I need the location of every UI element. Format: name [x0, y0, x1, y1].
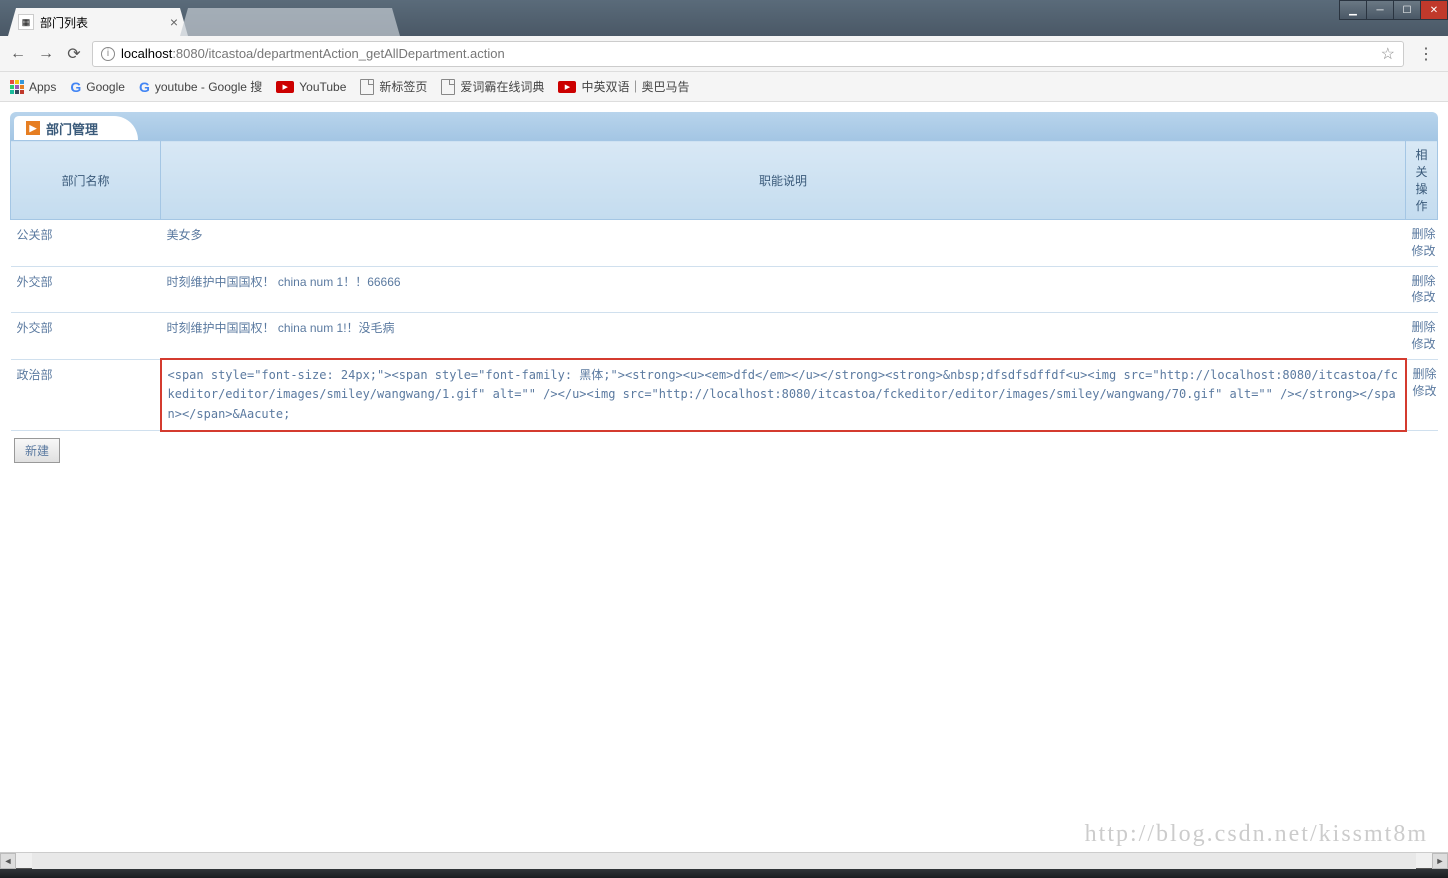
forward-button[interactable]: →	[36, 44, 56, 64]
bookmarks-bar: Apps G Google G youtube - Google 搜 ▶ You…	[0, 72, 1448, 102]
youtube-icon: ▶	[276, 81, 294, 93]
browser-tab-strip: ▁ ─ ☐ ✕ ▦ 部门列表 ×	[0, 0, 1448, 36]
delete-link[interactable]: 删除	[1412, 226, 1432, 243]
scroll-left-icon[interactable]: ◄	[0, 853, 16, 869]
youtube-icon: ▶	[558, 81, 576, 93]
department-table: 部门名称 职能说明 相关操作 公关部美女多删除修改外交部时刻维护中国国权！ ch…	[10, 140, 1438, 432]
dept-name-cell: 公关部	[11, 220, 161, 267]
address-bar[interactable]: i localhost:8080/itcastoa/departmentActi…	[92, 41, 1404, 67]
panel-icon: ▶	[26, 121, 40, 135]
google-icon: G	[139, 79, 150, 95]
toolbar: 新建	[10, 438, 1438, 463]
minimize-icon[interactable]: ─	[1366, 0, 1394, 20]
table-row: 外交部时刻维护中国国权！ china num 1!！没毛病删除修改	[11, 313, 1438, 360]
dept-desc-cell: 时刻维护中国国权！ china num 1!！没毛病	[161, 313, 1406, 360]
bookmark-youtube-google[interactable]: G youtube - Google 搜	[139, 78, 262, 95]
dept-desc-cell: 时刻维护中国国权！ china num 1！！66666	[161, 266, 1406, 313]
bookmark-google[interactable]: G Google	[70, 79, 125, 95]
dept-name-cell: 外交部	[11, 266, 161, 313]
edit-link[interactable]: 修改	[1412, 289, 1432, 306]
apps-button[interactable]: Apps	[10, 80, 56, 94]
horizontal-scrollbar[interactable]: ◄ ►	[0, 852, 1448, 868]
browser-menu-icon[interactable]: ⋮	[1412, 44, 1440, 64]
tab-title: 部门列表	[40, 14, 164, 31]
tab-close-icon[interactable]: ×	[170, 14, 178, 30]
google-icon: G	[70, 79, 81, 95]
panel-title: 部门管理	[46, 119, 98, 138]
ops-cell: 删除修改	[1406, 220, 1438, 267]
page-icon	[441, 79, 455, 95]
page-icon	[360, 79, 374, 95]
scroll-track[interactable]	[32, 853, 1416, 869]
reload-button[interactable]: ⟳	[64, 44, 84, 64]
table-row: 政治部<span style="font-size: 24px;"><span …	[11, 359, 1438, 431]
bookmark-newtab[interactable]: 新标签页	[360, 78, 427, 95]
bookmark-dict[interactable]: 爱词霸在线词典	[441, 78, 544, 95]
os-taskbar[interactable]	[0, 868, 1448, 878]
panel-header: ▶ 部门管理	[10, 112, 1438, 140]
scroll-right-icon[interactable]: ►	[1432, 853, 1448, 869]
col-header-ops: 相关操作	[1406, 141, 1438, 220]
ops-cell: 删除修改	[1406, 313, 1438, 360]
col-header-name: 部门名称	[11, 141, 161, 220]
edit-link[interactable]: 修改	[1412, 243, 1432, 260]
window-controls: ▁ ─ ☐ ✕	[1340, 0, 1448, 20]
ops-cell: 删除修改	[1406, 266, 1438, 313]
bookmark-star-icon[interactable]: ☆	[1381, 44, 1395, 64]
browser-tab-inactive[interactable]	[180, 8, 400, 36]
back-button[interactable]: ←	[8, 44, 28, 64]
dept-name-cell: 政治部	[11, 359, 161, 431]
browser-tab-active[interactable]: ▦ 部门列表 ×	[8, 8, 188, 36]
maximize-icon[interactable]: ☐	[1393, 0, 1421, 20]
delete-link[interactable]: 删除	[1412, 319, 1432, 336]
bookmark-cnen[interactable]: ▶ 中英双语｜奥巴马告	[558, 78, 689, 95]
panel-title-tab: ▶ 部门管理	[14, 116, 138, 140]
col-header-desc: 职能说明	[161, 141, 1406, 220]
page-content: ▶ 部门管理 部门名称 职能说明 相关操作 公关部美女多删除修改外交部时刻维护中…	[0, 102, 1448, 852]
dept-desc-cell: 美女多	[161, 220, 1406, 267]
new-button[interactable]: 新建	[14, 438, 60, 463]
edit-link[interactable]: 修改	[1413, 383, 1432, 400]
browser-nav-bar: ← → ⟳ i localhost:8080/itcastoa/departme…	[0, 36, 1448, 72]
apps-icon	[10, 80, 24, 94]
dept-desc-cell: <span style="font-size: 24px;"><span sty…	[161, 359, 1406, 431]
bookmark-youtube[interactable]: ▶ YouTube	[276, 80, 346, 94]
ops-cell: 删除修改	[1406, 359, 1438, 431]
table-row: 外交部时刻维护中国国权！ china num 1！！66666删除修改	[11, 266, 1438, 313]
site-info-icon[interactable]: i	[101, 47, 115, 61]
close-window-button[interactable]: ✕	[1420, 0, 1448, 20]
edit-link[interactable]: 修改	[1412, 336, 1432, 353]
delete-link[interactable]: 删除	[1412, 273, 1432, 290]
dept-name-cell: 外交部	[11, 313, 161, 360]
watermark-text: http://blog.csdn.net/kissmt8m	[1085, 821, 1428, 848]
delete-link[interactable]: 删除	[1413, 366, 1432, 383]
minimize-alt-icon[interactable]: ▁	[1339, 0, 1367, 20]
table-row: 公关部美女多删除修改	[11, 220, 1438, 267]
url-text: localhost:8080/itcastoa/departmentAction…	[121, 46, 1375, 61]
favicon-icon: ▦	[18, 14, 34, 30]
